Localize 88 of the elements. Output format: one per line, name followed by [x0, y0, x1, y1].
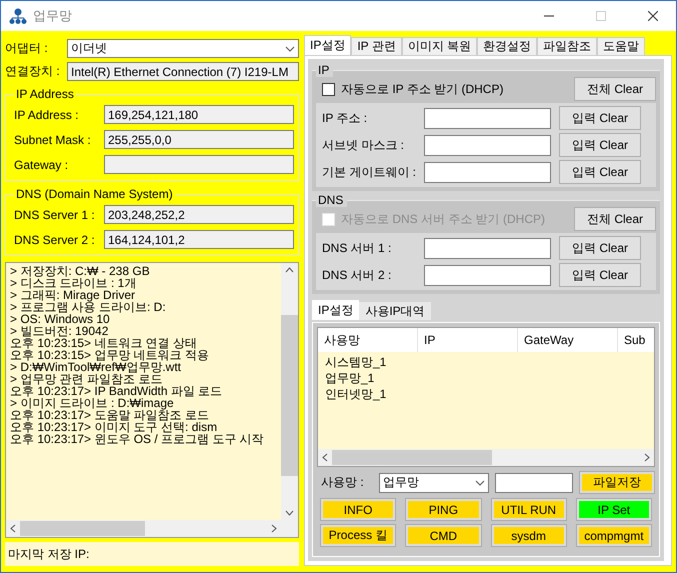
scroll-thumb[interactable]	[281, 315, 298, 476]
log-line: > 저장장치: C:₩ - 238 GB	[10, 265, 151, 277]
clear-input-button[interactable]: 입력 Clear	[559, 236, 641, 260]
list-item[interactable]: 인터넷망_1	[325, 386, 647, 402]
value-field: 203,248,252,2	[104, 205, 294, 224]
log-line: > 그래픽: Mirage Driver	[10, 289, 136, 301]
dhcp-checkbox[interactable]: 자동으로 IP 주소 받기 (DHCP)	[322, 80, 504, 98]
clear-input-button[interactable]: 입력 Clear	[559, 106, 641, 130]
maximize-icon	[596, 11, 606, 21]
tab[interactable]: 파일참조	[537, 37, 598, 55]
close-icon	[648, 11, 658, 21]
field-label: IP 주소 :	[322, 110, 368, 126]
group-title: DNS	[316, 193, 348, 207]
action-button[interactable]: IP Set	[576, 498, 652, 521]
input-field[interactable]	[424, 134, 551, 156]
log-line: 오후 10:23:17> IP BandWidth 파일 로드	[10, 385, 224, 397]
clear-input-button[interactable]: 입력 Clear	[559, 263, 641, 287]
tab[interactable]: 환경설정	[477, 37, 538, 55]
window-title: 업무망	[33, 7, 73, 25]
field-label: Subnet Mask :	[14, 132, 92, 146]
field-label: DNS Server 2 :	[14, 232, 96, 246]
action-button[interactable]: CMD	[405, 524, 482, 547]
value-field: 255,255,0,0	[104, 130, 294, 149]
field-label: Gateway :	[14, 158, 70, 172]
field-label: 서브넷 마스크 :	[322, 136, 406, 154]
list-item[interactable]: 시스템망_1	[325, 354, 647, 370]
horizontal-scrollbar[interactable]	[318, 449, 654, 466]
input-field[interactable]	[424, 108, 551, 128]
log-line: 오후 10:23:17> 도움말 파일참조 로드	[10, 409, 210, 421]
field-label: 기본 게이트웨이 :	[322, 164, 418, 180]
last-saved-ip: 마지막 저장 IP:	[5, 542, 299, 566]
adapter-dropdown[interactable]: 이더넷	[67, 39, 299, 58]
network-dropdown[interactable]: 업무망	[379, 472, 489, 492]
caret-icon	[285, 46, 295, 52]
field-label: DNS Server 1 :	[14, 208, 96, 222]
tab[interactable]: IP 관련	[351, 37, 402, 55]
device-label: 연결장치 :	[5, 63, 61, 80]
input-field[interactable]	[424, 238, 551, 258]
scroll-thumb[interactable]	[332, 450, 492, 465]
log-line: > 이미지 드라이브 : D:₩image	[10, 397, 174, 409]
field-label: IP Address :	[14, 108, 80, 122]
group-title: IP Address	[15, 87, 75, 101]
caret-icon	[475, 480, 485, 486]
value-field: 164,124,101,2	[104, 230, 294, 249]
clear-input-button[interactable]: 입력 Clear	[559, 160, 641, 184]
group-title: DNS (Domain Name System)	[15, 187, 174, 201]
action-button[interactable]: compmgmt	[576, 524, 652, 547]
column-header[interactable]: Sub	[618, 328, 654, 352]
adapter-label: 어댑터 :	[5, 40, 49, 57]
log-line: > 빌드버전: 19042	[10, 325, 110, 337]
list-item[interactable]: 업무망_1	[325, 370, 647, 386]
field-label: DNS 서버 2 :	[322, 266, 392, 284]
tab[interactable]: 사용IP대역	[359, 302, 431, 320]
log-line: > 프로그램 사용 드라이브: D:	[10, 301, 167, 313]
clear-all-button[interactable]: 전체 Clear	[574, 207, 656, 231]
network-icon	[9, 8, 27, 24]
action-button[interactable]: INFO	[320, 498, 396, 521]
input-field[interactable]	[424, 162, 551, 182]
device-field: Intel(R) Ethernet Connection (7) I219-LM	[67, 62, 299, 81]
value-field: 169,254,121,180	[104, 105, 294, 124]
log-line: 오후 10:23:17> 윈도우 OS / 프로그램 도구 시작	[10, 433, 265, 445]
tab[interactable]: IP설정	[312, 300, 360, 320]
log-line: > 업무망 관련 파일참조 로드	[10, 373, 162, 385]
column-header[interactable]: GateWay	[518, 328, 618, 352]
action-button[interactable]: UTIL RUN	[490, 498, 567, 521]
column-header[interactable]: IP	[418, 328, 518, 352]
scroll-thumb[interactable]	[20, 521, 145, 536]
input-field[interactable]	[495, 472, 573, 492]
log-line: > 디스크 드라이브 : 1개	[10, 277, 138, 289]
clear-all-button[interactable]: 전체 Clear	[574, 77, 656, 101]
log-line: 오후 10:23:15> 네트워크 연결 상태	[10, 337, 198, 349]
log-line: > D:₩WimTool₩ref₩업무망.wtt	[10, 361, 182, 373]
save-file-button[interactable]: 파일저장	[579, 471, 655, 494]
column-header[interactable]: 사용망	[318, 328, 418, 352]
tab[interactable]: 이미지 복원	[402, 37, 478, 55]
log-line: > OS: Windows 10	[10, 313, 110, 325]
action-button[interactable]: PING	[405, 498, 482, 521]
log-line: 오후 10:23:17> 이미지 도구 선택: dism	[10, 421, 218, 433]
action-button[interactable]: sysdm	[490, 524, 567, 547]
log-line: 오후 10:23:15> 업무망 네트워크 적용	[10, 349, 210, 361]
network-label: 사용망 :	[321, 474, 365, 491]
tab[interactable]: 도움말	[597, 37, 646, 55]
field-label: DNS 서버 1 :	[322, 240, 392, 256]
group-title: IP	[316, 63, 334, 77]
action-button[interactable]: Process 킬	[320, 524, 396, 547]
clear-input-button[interactable]: 입력 Clear	[559, 133, 641, 157]
input-field[interactable]	[424, 264, 551, 286]
tab[interactable]: IP설정	[304, 35, 352, 55]
